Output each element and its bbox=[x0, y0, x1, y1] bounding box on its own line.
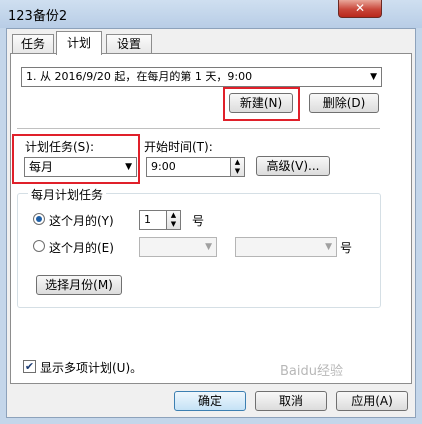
week-ordinal-select[interactable]: ▼ bbox=[139, 237, 217, 257]
weekday-suffix: 号 bbox=[340, 241, 353, 255]
chevron-down-icon: ▼ bbox=[205, 242, 212, 252]
tab-schedule[interactable]: 计划 bbox=[56, 31, 102, 55]
plan-task-highlight bbox=[12, 134, 140, 184]
tab-task[interactable]: 任务 bbox=[12, 34, 54, 54]
new-button-highlight bbox=[223, 87, 300, 121]
weekday-select[interactable]: ▼ bbox=[235, 237, 337, 257]
show-multiple-checkbox[interactable]: ✔ bbox=[23, 360, 36, 373]
show-multiple-label: 显示多项计划(U)。 bbox=[40, 361, 143, 375]
apply-button[interactable]: 应用(A) bbox=[336, 391, 408, 411]
spin-up-icon: ▲ bbox=[234, 158, 241, 166]
close-icon: ✕ bbox=[354, 1, 366, 15]
window-title: 123备份2 bbox=[8, 9, 68, 24]
monthly-group-title: 每月计划任务 bbox=[28, 186, 107, 203]
cancel-button[interactable]: 取消 bbox=[255, 391, 327, 411]
start-time-input[interactable]: 9:00 bbox=[146, 157, 234, 177]
separator bbox=[17, 128, 380, 130]
schedule-select-value: 1. 从 2016/9/20 起，在每月的第 1 天，9:00 bbox=[26, 70, 253, 83]
schedule-select[interactable]: 1. 从 2016/9/20 起，在每月的第 1 天，9:00 ▼ bbox=[21, 67, 382, 87]
chevron-down-icon: ▼ bbox=[370, 72, 377, 82]
ok-button[interactable]: 确定 bbox=[174, 391, 246, 411]
radio-day-of-month-label: 这个月的(Y) bbox=[49, 214, 114, 228]
tab-settings[interactable]: 设置 bbox=[106, 34, 152, 54]
checkmark-icon: ✔ bbox=[24, 360, 35, 373]
delete-button[interactable]: 删除(D) bbox=[309, 93, 379, 113]
close-button[interactable]: ✕ bbox=[338, 0, 382, 18]
radio-weekday-of-month[interactable] bbox=[33, 240, 45, 252]
radio-day-of-month[interactable] bbox=[33, 213, 45, 225]
day-suffix: 号 bbox=[192, 214, 205, 228]
spin-down-icon: ▼ bbox=[234, 167, 241, 175]
day-input[interactable]: 1 bbox=[139, 210, 169, 230]
spin-down-icon: ▼ bbox=[170, 220, 177, 228]
start-time-label: 开始时间(T): bbox=[144, 140, 213, 154]
chevron-down-icon: ▼ bbox=[325, 242, 332, 252]
advanced-button[interactable]: 高级(V)... bbox=[256, 156, 330, 176]
watermark-logo: Baidu经验 bbox=[280, 364, 343, 379]
radio-weekday-of-month-label: 这个月的(E) bbox=[49, 241, 114, 255]
start-time-spinner[interactable]: ▲ ▼ bbox=[230, 157, 245, 177]
day-spinner[interactable]: ▲ ▼ bbox=[166, 210, 181, 230]
spin-up-icon: ▲ bbox=[170, 211, 177, 219]
select-months-button[interactable]: 选择月份(M) bbox=[36, 275, 122, 295]
